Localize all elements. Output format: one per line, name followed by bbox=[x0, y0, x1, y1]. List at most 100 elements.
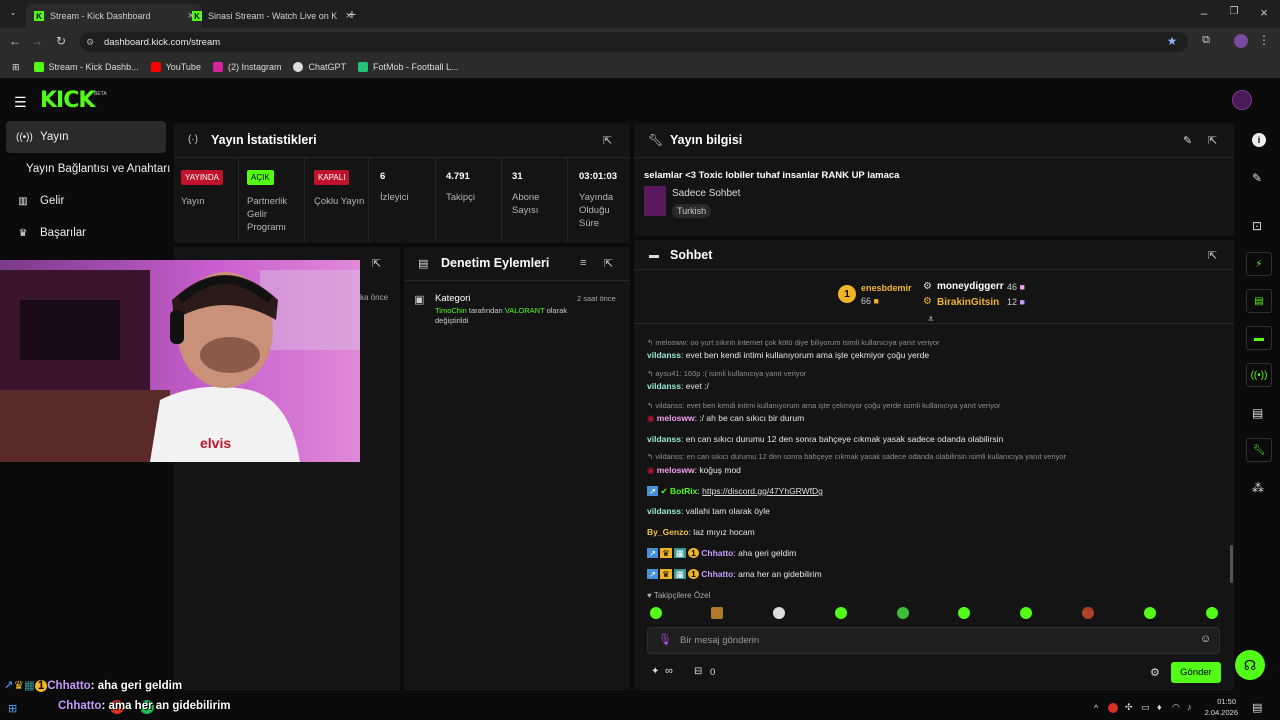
chat-username[interactable]: By_Genzo bbox=[647, 527, 689, 537]
leader-first-name[interactable]: enesbdemir bbox=[861, 283, 912, 293]
support-headset-icon[interactable]: ☊ bbox=[1235, 650, 1265, 680]
chat-scrollbar[interactable] bbox=[1230, 545, 1233, 583]
popout-icon[interactable]: ⇱ bbox=[1208, 249, 1217, 262]
category-link[interactable]: VALORANT bbox=[505, 306, 545, 315]
chat-username[interactable]: melosww bbox=[657, 465, 695, 475]
emote-7[interactable] bbox=[1020, 607, 1032, 619]
emote-3[interactable] bbox=[773, 607, 785, 619]
popout-icon[interactable]: ⇱ bbox=[604, 257, 613, 270]
sidebar-item-gelir[interactable]: ▥ Gelir bbox=[6, 185, 166, 217]
moderator-badge-icon: ↗ bbox=[647, 569, 659, 579]
network-icon[interactable]: ✣ bbox=[1125, 702, 1133, 713]
screenshot-icon[interactable]: ⊡ bbox=[1252, 219, 1262, 233]
bookmark-youtube[interactable]: YouTube bbox=[150, 62, 201, 72]
browser-menu-icon[interactable]: ⋮ bbox=[1258, 33, 1270, 47]
profile-avatar[interactable] bbox=[1234, 34, 1248, 48]
windows-start-icon[interactable]: ⊞ bbox=[8, 702, 17, 715]
maximize-icon[interactable]: ❐ bbox=[1226, 6, 1242, 17]
kick-logo[interactable]: KICK bbox=[40, 88, 95, 113]
chat-text: : aha geri geldim bbox=[733, 548, 797, 558]
chat-username[interactable]: vildanss bbox=[647, 434, 681, 444]
bookmark-kick[interactable]: Stream - Kick Dashb... bbox=[33, 62, 139, 72]
emote-9[interactable] bbox=[1144, 607, 1156, 619]
layers-icon[interactable]: ▤ bbox=[1252, 406, 1263, 420]
send-button[interactable]: Gönder bbox=[1171, 662, 1221, 683]
emote-2[interactable] bbox=[711, 607, 723, 619]
quick-action-wrench-icon[interactable]: 🔧︎ bbox=[1246, 438, 1272, 462]
address-bar[interactable]: dashboard.kick.com/stream bbox=[80, 32, 1188, 52]
info-icon[interactable]: i bbox=[1252, 133, 1266, 147]
emote-5[interactable] bbox=[897, 607, 909, 619]
site-info-icon[interactable]: ⚙ bbox=[86, 37, 94, 48]
leader-third-name[interactable]: BirakinGitsin bbox=[937, 297, 999, 308]
chat-settings-gear-icon[interactable]: ⚙ bbox=[1150, 666, 1160, 679]
sidebar-item-label: Gelir bbox=[40, 195, 65, 207]
sidebar-item-stream-key[interactable]: Yayın Bağlantısı ve Anahtarı bbox=[6, 153, 176, 185]
overlay-crown-icon: ♛ bbox=[13, 680, 24, 692]
apps-grid-icon[interactable]: ⊞ bbox=[12, 62, 20, 73]
chat-username[interactable]: Chhatto bbox=[701, 569, 733, 579]
quick-action-broadcast-icon[interactable]: ((•)) bbox=[1246, 363, 1272, 387]
chat-username[interactable]: melosww bbox=[657, 413, 695, 423]
minimize-icon[interactable]: – bbox=[1196, 6, 1212, 20]
emoji-picker-icon[interactable]: ☺ bbox=[1200, 633, 1211, 645]
chat-username[interactable]: vildanss bbox=[647, 381, 681, 391]
clock-date[interactable]: 2.04.2026 bbox=[1198, 708, 1238, 717]
moderator-name[interactable]: TimoChin bbox=[435, 306, 467, 315]
popout-icon[interactable]: ⇱ bbox=[1208, 134, 1217, 147]
user-avatar[interactable] bbox=[1232, 90, 1252, 110]
extensions-icon[interactable]: ⧉ bbox=[1198, 34, 1214, 47]
language-tag[interactable]: Turkish bbox=[672, 204, 712, 218]
clock-time[interactable]: 01:50 bbox=[1206, 697, 1236, 706]
back-icon[interactable]: ← bbox=[8, 34, 22, 48]
moderation-title: Denetim Eylemleri bbox=[441, 256, 550, 270]
microphone-tray-icon[interactable]: ♦ bbox=[1157, 702, 1162, 712]
emote-4[interactable] bbox=[835, 607, 847, 619]
quick-action-document-icon[interactable]: ▤ bbox=[1246, 289, 1272, 313]
popout-icon[interactable]: ⇱ bbox=[372, 257, 381, 270]
sidebar-item-label: Yayın Bağlantısı ve Anahtarı bbox=[26, 163, 171, 175]
chat-username[interactable]: vildanss bbox=[647, 506, 681, 516]
gift-icon[interactable]: ⊟ bbox=[694, 666, 702, 677]
notifications-icon[interactable]: ▤ bbox=[1252, 701, 1262, 714]
chat-username[interactable]: Chhatto bbox=[701, 548, 733, 558]
edit-pencil-icon[interactable]: ✎ bbox=[1183, 134, 1192, 147]
bookmark-fotmob[interactable]: FotMob - Football L... bbox=[358, 62, 459, 72]
edit-icon[interactable]: ✎ bbox=[1252, 171, 1262, 185]
chat-username[interactable]: vildanss bbox=[647, 350, 681, 360]
emote-6[interactable] bbox=[958, 607, 970, 619]
popout-icon[interactable]: ⇱ bbox=[603, 134, 612, 147]
emote-8[interactable] bbox=[1082, 607, 1094, 619]
microphone-icon[interactable]: 🎙︎ bbox=[658, 633, 672, 646]
forward-icon[interactable]: → bbox=[30, 34, 44, 48]
category-name[interactable]: Sadece Sohbet bbox=[672, 188, 740, 199]
bookmark-chatgpt[interactable]: ChatGPT bbox=[293, 62, 346, 72]
leader-second-name[interactable]: moneydiggerr bbox=[937, 281, 1004, 292]
tab-list-chevron-icon[interactable]: ⌄ bbox=[6, 8, 20, 17]
emote-10[interactable] bbox=[1206, 607, 1218, 619]
tab-kick-dashboard[interactable]: K Stream - Kick Dashboard × bbox=[26, 4, 202, 28]
overlay-username: Chhatto bbox=[58, 700, 102, 712]
sidebar-item-basarilar[interactable]: ♛ Başarılar bbox=[6, 217, 166, 249]
wifi-icon[interactable]: ◠ bbox=[1172, 702, 1180, 713]
hamburger-menu-icon[interactable]: ☰ bbox=[14, 94, 27, 111]
display-icon[interactable]: ▭ bbox=[1141, 702, 1150, 713]
quick-action-chat-icon[interactable]: ▬ bbox=[1246, 326, 1272, 350]
chat-username[interactable]: BotRix bbox=[670, 486, 697, 496]
chat-link[interactable]: https://discord.gg/47YhGRWfDg bbox=[702, 486, 823, 496]
quick-action-lightning-icon[interactable]: ⚡︎ bbox=[1246, 252, 1272, 276]
bookmark-star-icon[interactable]: ★ bbox=[1164, 34, 1180, 48]
reload-icon[interactable]: ↻ bbox=[54, 34, 68, 48]
bookmark-instagram[interactable]: (2) Instagram bbox=[212, 62, 281, 72]
new-tab-icon[interactable]: + bbox=[344, 6, 360, 22]
filter-icon[interactable]: ≡ bbox=[580, 257, 586, 269]
show-hidden-icons-icon[interactable]: ^ bbox=[1094, 703, 1098, 713]
emote-1[interactable] bbox=[650, 607, 662, 619]
chat-message: vildanss: vallahi tam olarak öyle bbox=[647, 506, 770, 516]
tray-app-icon[interactable] bbox=[1108, 703, 1118, 713]
volume-icon[interactable]: ♪ bbox=[1187, 702, 1192, 712]
sidebar-item-yayin[interactable]: ((•)) Yayın bbox=[6, 121, 166, 153]
window-close-icon[interactable]: × bbox=[1256, 5, 1272, 20]
share-icon[interactable]: ⁂ bbox=[1252, 481, 1264, 495]
tab-sinasi-stream[interactable]: K Sinasi Stream - Watch Live on K × bbox=[184, 4, 360, 28]
